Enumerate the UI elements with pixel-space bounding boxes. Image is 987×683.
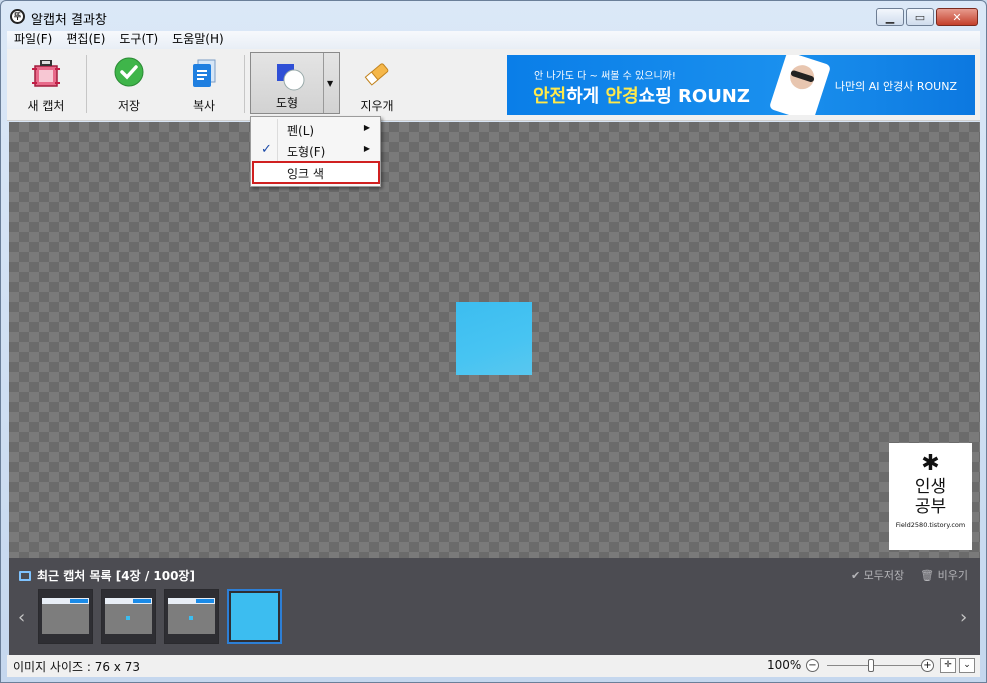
menu-item-ink-color[interactable]: 잉크 색 xyxy=(252,161,380,184)
copy-label: 복사 xyxy=(192,99,216,113)
title-bar: 뚜 알캡처 결과창 ▁ ▭ ✕ xyxy=(1,1,986,31)
image-canvas[interactable]: ✱ 인생 공부 Field2580.tistory.com xyxy=(9,122,980,558)
eraser-button[interactable]: 지우개 xyxy=(352,49,402,115)
recent-header: 최근 캡처 목록 [4장 / 100장] xyxy=(19,567,195,584)
recent-actions: ✔ 모두저장 🗑 비우기 xyxy=(851,567,968,583)
maximize-icon: ▭ xyxy=(914,10,926,24)
banner-line1: 안 나가도 다 ~ 써볼 수 있으니까! xyxy=(534,71,676,82)
image-size-text: 이미지 사이즈 : 76 x 73 xyxy=(13,660,140,674)
thumb-banner xyxy=(196,599,214,603)
thumb-dot xyxy=(126,616,130,620)
watermark-title-1: 인생 xyxy=(914,477,947,497)
banner-right-text: 나만의 AI 안경사 ROUNZ xyxy=(834,80,957,93)
thumbnail-selected[interactable] xyxy=(227,589,282,644)
window-title: 알캡처 결과창 xyxy=(31,13,107,28)
menu-item-label: 잉크 색 xyxy=(287,167,324,181)
menu-item-label: 도형(F) xyxy=(287,145,326,159)
close-icon: ✕ xyxy=(952,10,962,24)
toolbar-separator xyxy=(86,55,87,113)
submenu-arrow-icon: ▶ xyxy=(363,144,370,153)
shape-label: 도형 xyxy=(275,96,299,110)
thumbnail-preview xyxy=(105,598,152,634)
minimize-icon: ▁ xyxy=(885,10,895,24)
minimize-button[interactable]: ▁ xyxy=(876,8,904,26)
maximize-button[interactable]: ▭ xyxy=(906,8,934,26)
submenu-arrow-icon: ▶ xyxy=(363,123,370,132)
checkmark-icon xyxy=(112,57,146,91)
toolbar: 새 캡처 저장 복사 도형 ▼ 지우개 안 나가도 다 ~ 써볼 수 있으니까!… xyxy=(7,49,980,121)
watermark-url: Field2580.tistory.com xyxy=(895,521,966,529)
thumbnail-preview xyxy=(231,593,278,640)
shape-button[interactable]: 도형 ▼ xyxy=(250,52,340,114)
prev-arrow-icon[interactable]: ‹ xyxy=(18,607,25,628)
fit-screen-icon[interactable]: ✛ xyxy=(940,658,956,673)
document-icon xyxy=(187,57,221,91)
recent-captures-panel: 최근 캡처 목록 [4장 / 100장] ✔ 모두저장 🗑 비우기 ‹ › xyxy=(9,558,980,655)
checkmark-icon: ✓ xyxy=(261,142,272,157)
zoom-out-button[interactable]: − xyxy=(806,659,819,672)
close-button[interactable]: ✕ xyxy=(936,8,978,26)
new-capture-icon xyxy=(29,57,63,91)
recent-title: 최근 캡처 목록 [4장 / 100장] xyxy=(37,569,195,583)
eraser-label: 지우개 xyxy=(360,99,394,113)
zoom-slider-track[interactable] xyxy=(827,665,927,666)
ad-banner[interactable]: 안 나가도 다 ~ 써볼 수 있으니까! 안전하게 안경쇼핑 ROUNZ 나만의… xyxy=(507,55,975,115)
plant-icon: ✱ xyxy=(921,451,940,476)
menu-tools[interactable]: 도구(T) xyxy=(112,31,165,49)
new-capture-label: 새 캡처 xyxy=(27,99,65,113)
save-button[interactable]: 저장 xyxy=(104,49,154,115)
zoom-in-button[interactable]: + xyxy=(921,659,934,672)
eraser-icon xyxy=(360,57,394,91)
banner-highlight: 안전 xyxy=(533,86,567,107)
status-bar: 이미지 사이즈 : 76 x 73 100% − + ✛ ⌄ xyxy=(7,655,980,677)
menu-item-label: 펜(L) xyxy=(287,124,315,138)
toolbar-separator xyxy=(244,55,245,113)
menu-item-shape[interactable]: ✓ 도형(F) ▶ xyxy=(253,140,378,160)
thumb-dot xyxy=(189,616,193,620)
thumbnail-preview xyxy=(42,598,89,634)
thumbnail[interactable] xyxy=(164,589,219,644)
banner-line2: 안전하게 안경쇼핑 ROUNZ xyxy=(533,82,750,108)
banner-text: 하게 xyxy=(566,86,606,107)
banner-phone-image xyxy=(768,55,832,115)
save-all-button[interactable]: ✔ 모두저장 xyxy=(851,567,904,583)
new-capture-button[interactable]: 새 캡처 xyxy=(21,49,71,115)
banner-text: 쇼핑 ROUNZ xyxy=(638,86,750,107)
menu-help[interactable]: 도움말(H) xyxy=(165,31,231,49)
menu-edit[interactable]: 편집(E) xyxy=(59,31,112,49)
shape-dropdown-menu: 펜(L) ▶ ✓ 도형(F) ▶ 잉크 색 xyxy=(250,116,381,187)
window-controls: ▁ ▭ ✕ xyxy=(876,8,978,26)
copy-button[interactable]: 복사 xyxy=(179,49,229,115)
shape-icon xyxy=(273,59,307,93)
menu-item-pen[interactable]: 펜(L) ▶ xyxy=(253,119,378,139)
zoom-level: 100% xyxy=(767,658,802,672)
dropdown-arrow-icon[interactable]: ▼ xyxy=(327,79,333,88)
thumb-banner xyxy=(133,599,151,603)
banner-highlight: 안경 xyxy=(605,86,639,107)
thumbnail[interactable] xyxy=(38,589,93,644)
split-divider xyxy=(323,53,324,113)
menu-bar: 파일(F) 편집(E) 도구(T) 도움말(H) xyxy=(7,31,980,49)
thumbnail[interactable] xyxy=(101,589,156,644)
chevron-down-icon[interactable]: ⌄ xyxy=(959,658,975,673)
thumbnail-preview xyxy=(168,598,215,634)
clear-button[interactable]: 🗑 비우기 xyxy=(920,567,968,583)
menu-file[interactable]: 파일(F) xyxy=(7,31,59,49)
captured-image[interactable] xyxy=(456,302,532,375)
thumb-banner xyxy=(70,599,88,603)
app-icon: 뚜 xyxy=(10,9,25,24)
app-window: 뚜 알캡처 결과창 ▁ ▭ ✕ 파일(F) 편집(E) 도구(T) 도움말(H) xyxy=(0,0,987,683)
watermark-title-2: 공부 xyxy=(914,497,947,517)
window-icon xyxy=(19,570,31,581)
watermark-logo: ✱ 인생 공부 Field2580.tistory.com xyxy=(889,443,972,550)
zoom-slider-handle[interactable] xyxy=(868,659,874,672)
next-arrow-icon[interactable]: › xyxy=(960,607,967,628)
save-label: 저장 xyxy=(117,99,141,113)
